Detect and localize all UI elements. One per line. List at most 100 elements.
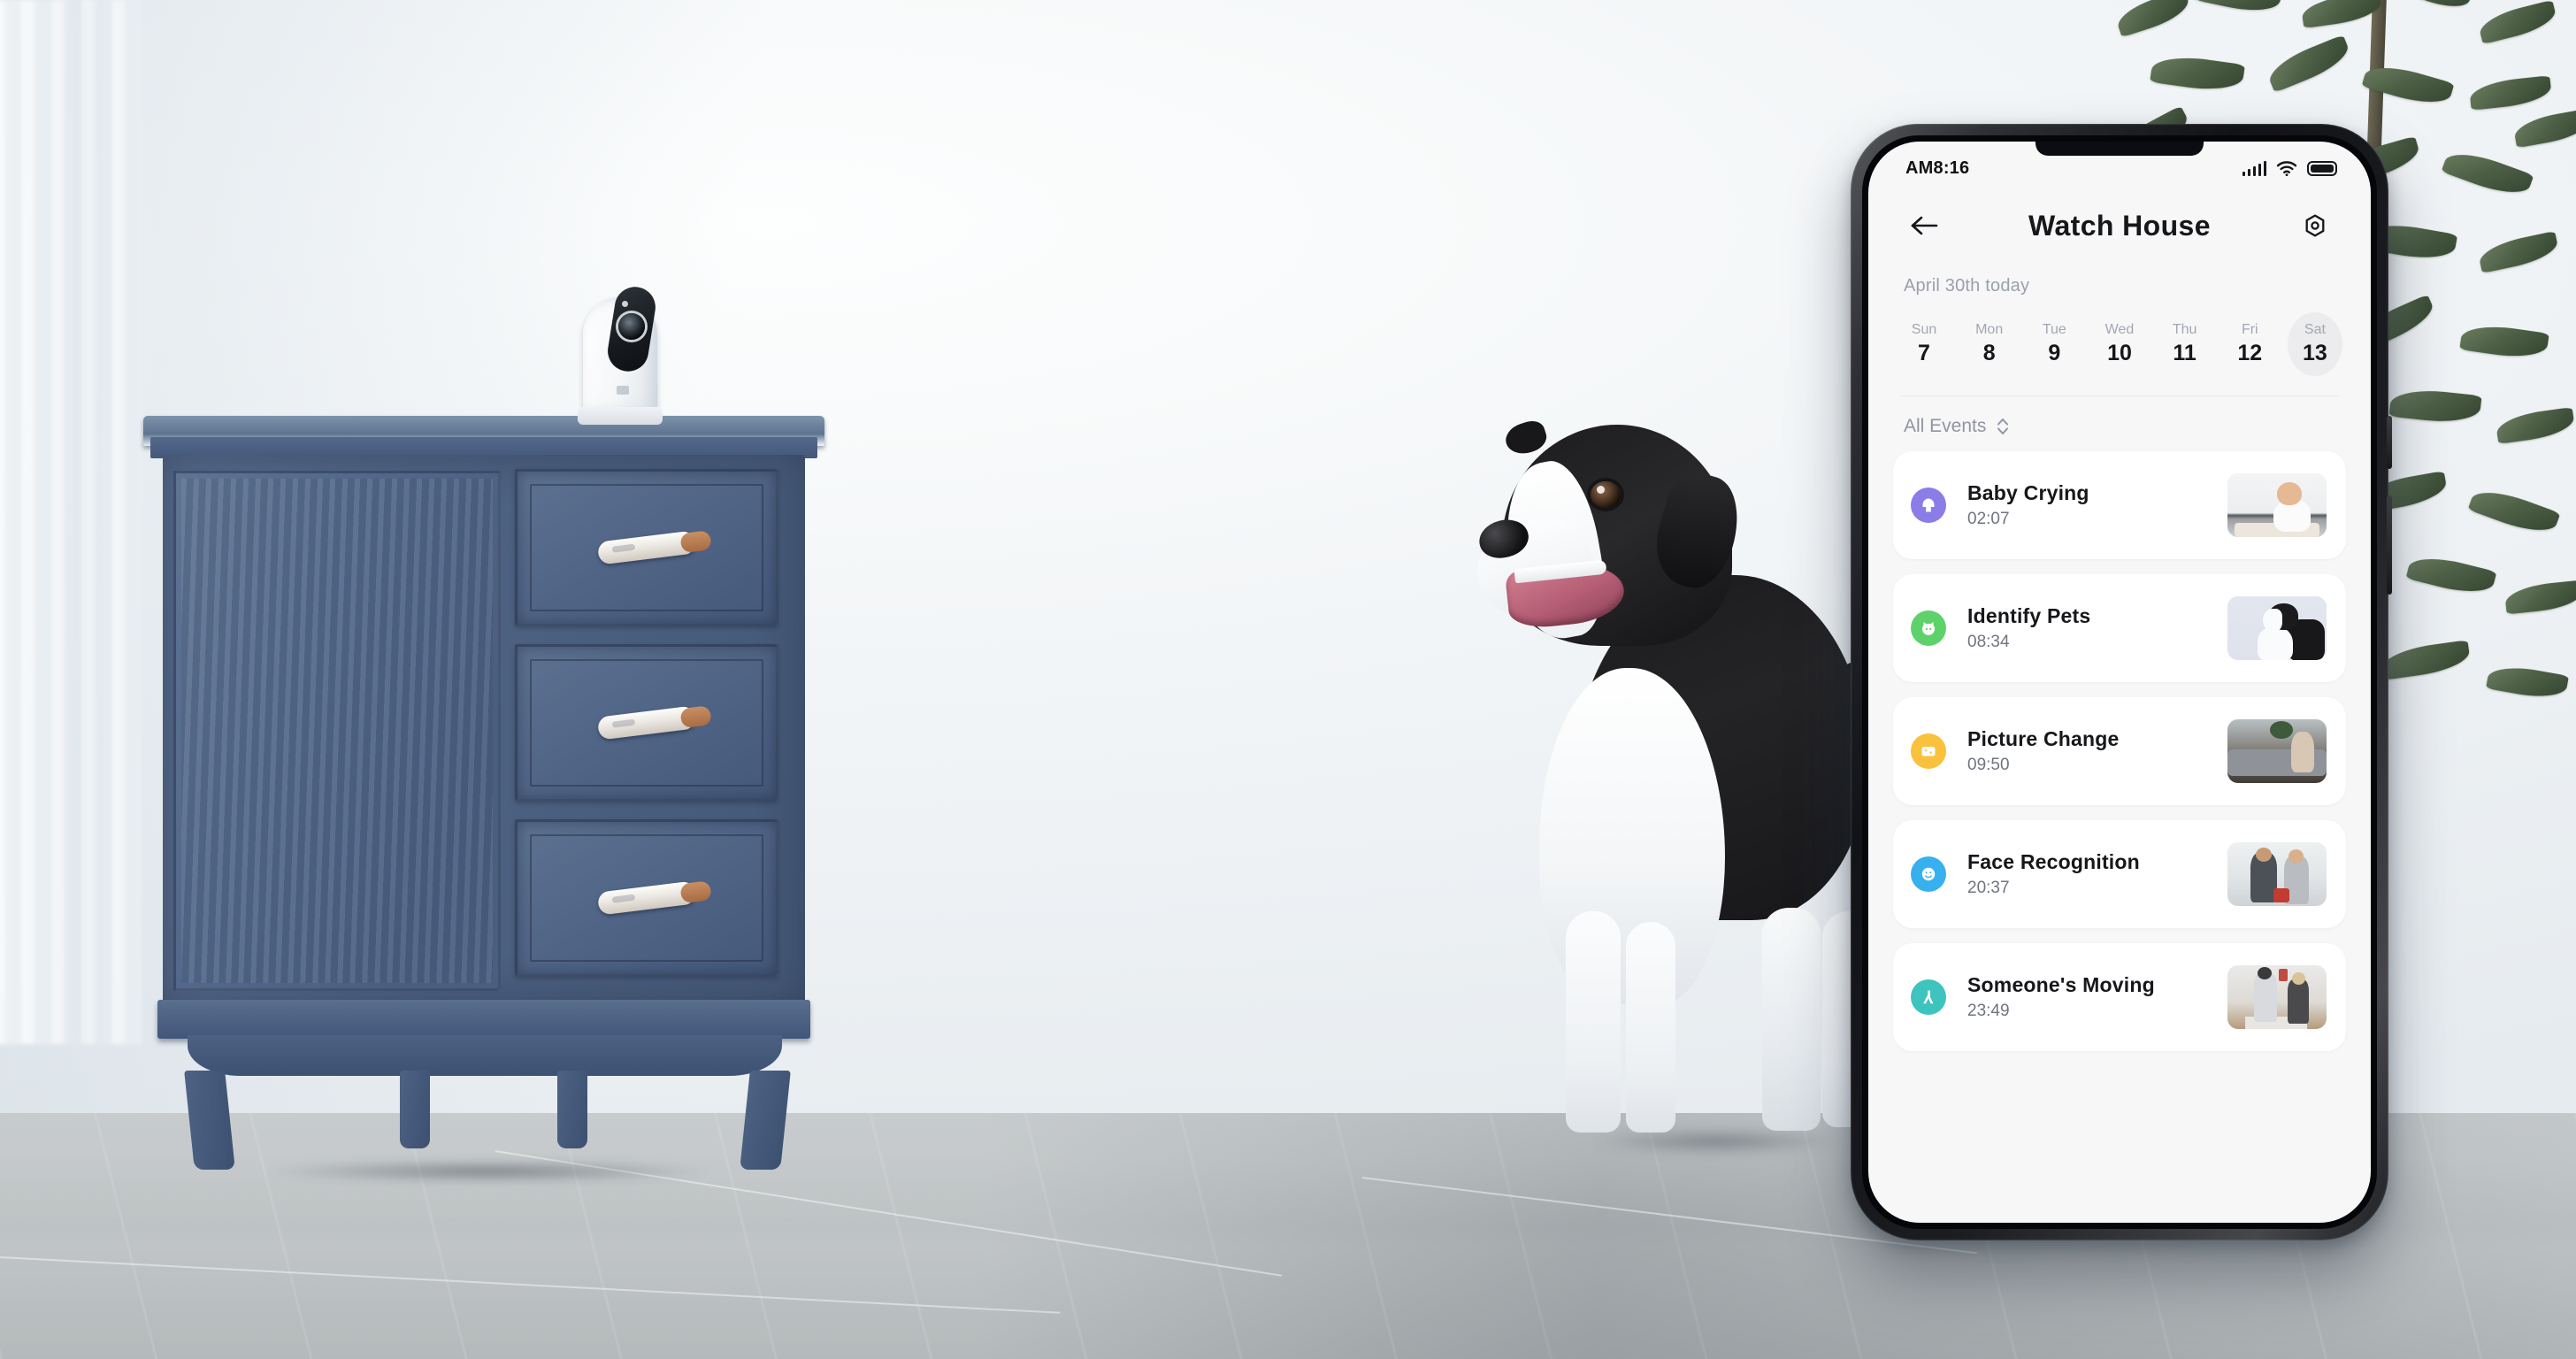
date-num: 13 xyxy=(2303,341,2327,365)
camera-base xyxy=(578,407,663,425)
camera-logo xyxy=(617,386,629,395)
pet-glyph xyxy=(1922,622,1935,635)
date-num: 9 xyxy=(2048,341,2061,365)
event-text: Someone's Moving 23:49 xyxy=(1946,973,2227,1021)
phone-volume-button[interactable] xyxy=(2387,416,2392,469)
back-button[interactable] xyxy=(1904,205,1944,246)
baby-icon xyxy=(1911,488,1946,523)
walking-glyph xyxy=(1923,990,1934,1004)
battery-icon xyxy=(2307,160,2337,176)
phone-bezel: AM8:16 Watch House April 30th today Sun … xyxy=(1862,135,2377,1229)
date-dow: Sat xyxy=(2304,322,2326,337)
event-time: 09:50 xyxy=(1967,756,2010,774)
phone-screen: AM8:16 Watch House April 30th today Sun … xyxy=(1868,142,2371,1223)
walking-icon xyxy=(1911,979,1946,1015)
date-cell-sat-selected[interactable]: Sat 13 xyxy=(2287,312,2342,376)
date-num: 7 xyxy=(1918,341,1930,365)
signal-icon xyxy=(2242,160,2266,176)
date-cell-fri[interactable]: Fri 12 xyxy=(2222,312,2277,376)
date-dow: Fri xyxy=(2241,322,2258,337)
event-time: 20:37 xyxy=(1967,879,2010,897)
event-row-identify-pets[interactable]: Identify Pets 08:34 xyxy=(1893,574,2346,682)
curtain xyxy=(0,0,142,1044)
cabinet-drawer xyxy=(515,819,778,977)
event-text: Face Recognition 20:37 xyxy=(1946,850,2227,898)
event-thumbnail[interactable] xyxy=(2227,473,2327,537)
event-row-baby-crying[interactable]: Baby Crying 02:07 xyxy=(1893,451,2346,559)
event-row-face-recognition[interactable]: Face Recognition 20:37 xyxy=(1893,820,2346,928)
face-icon xyxy=(1911,856,1946,892)
drawer-knob xyxy=(596,880,697,916)
date-dow: Tue xyxy=(2042,322,2066,337)
date-dow: Thu xyxy=(2172,322,2197,337)
cabinet-drawer xyxy=(515,469,778,626)
cabinet-apron xyxy=(188,1035,782,1076)
camera-lens xyxy=(618,313,645,340)
wifi-icon xyxy=(2276,161,2297,176)
date-dow: Sun xyxy=(1911,322,1937,337)
events-filter[interactable]: All Events xyxy=(1868,396,2371,451)
dog-leg xyxy=(1566,911,1621,1132)
picture-glyph xyxy=(1921,747,1936,756)
date-num: 8 xyxy=(1982,341,1996,365)
phone-device: AM8:16 Watch House April 30th today Sun … xyxy=(1851,124,2392,1240)
app-header: Watch House xyxy=(1868,188,2371,264)
event-text: Picture Change 09:50 xyxy=(1946,727,2227,775)
event-row-picture-change[interactable]: Picture Change 09:50 xyxy=(1893,697,2346,805)
event-thumbnail[interactable] xyxy=(2227,719,2327,783)
date-dow: Wed xyxy=(2104,322,2135,337)
events-list: Baby Crying 02:07 Identify Pets 08:34 Pi… xyxy=(1868,451,2371,1051)
dog-leg xyxy=(1762,908,1821,1131)
event-title: Picture Change xyxy=(1967,727,2120,750)
date-cell-mon[interactable]: Mon 8 xyxy=(1962,312,2017,376)
cabinet-leg xyxy=(557,1071,587,1148)
event-thumbnail[interactable] xyxy=(2227,596,2327,660)
event-title: Someone's Moving xyxy=(1967,973,2155,996)
picture-icon xyxy=(1911,733,1946,769)
date-cell-wed[interactable]: Wed 10 xyxy=(2092,312,2147,376)
event-thumbnail[interactable] xyxy=(2227,965,2327,1029)
cabinet-side-panel xyxy=(173,471,501,991)
baby-glyph xyxy=(1922,498,1935,512)
date-num: 10 xyxy=(2107,341,2132,365)
cabinet-base xyxy=(157,1000,810,1039)
date-strip: Sun 7 Mon 8 Tue 9 Wed 10 Thu 11 Fri 12 S… xyxy=(1868,296,2371,381)
chevron-updown-icon xyxy=(1997,418,2009,434)
settings-button[interactable] xyxy=(2295,205,2335,246)
dog-eye xyxy=(1591,481,1621,508)
event-thumbnail[interactable] xyxy=(2227,842,2327,906)
date-dow: Mon xyxy=(1975,322,2004,337)
cabinet-drawer xyxy=(515,644,778,802)
event-row-someones-moving[interactable]: Someone's Moving 23:49 xyxy=(1893,943,2346,1051)
date-cell-thu[interactable]: Thu 11 xyxy=(2158,312,2212,376)
cabinet-leg xyxy=(400,1071,430,1148)
date-num: 11 xyxy=(2173,341,2196,365)
event-title: Baby Crying xyxy=(1967,481,2089,504)
drawer-knob xyxy=(596,530,697,565)
date-cell-tue[interactable]: Tue 9 xyxy=(2027,312,2082,376)
event-title: Identify Pets xyxy=(1967,604,2091,627)
settings-nut-icon xyxy=(2305,214,2325,237)
camera-sensor-dot xyxy=(622,301,628,307)
nightstand-cabinet xyxy=(134,416,833,1187)
event-time: 02:07 xyxy=(1967,510,2010,528)
event-text: Baby Crying 02:07 xyxy=(1946,481,2227,529)
phone-notch xyxy=(2036,142,2204,156)
status-icons xyxy=(2242,160,2337,176)
phone-power-button[interactable] xyxy=(2387,495,2392,595)
security-camera xyxy=(578,274,663,425)
filter-label: All Events xyxy=(1904,416,1987,436)
date-num: 12 xyxy=(2237,341,2263,365)
drawer-knob xyxy=(596,705,697,741)
dog-leg xyxy=(1626,922,1675,1132)
cabinet-shadow xyxy=(170,1156,807,1187)
page-title: Watch House xyxy=(2028,209,2211,242)
event-time: 08:34 xyxy=(1967,633,2010,651)
face-glyph xyxy=(1921,867,1936,881)
date-cell-sun[interactable]: Sun 7 xyxy=(1897,312,1951,376)
event-time: 23:49 xyxy=(1967,1002,2010,1020)
arrow-left-icon xyxy=(1911,216,1938,235)
event-text: Identify Pets 08:34 xyxy=(1946,604,2227,652)
event-title: Face Recognition xyxy=(1967,850,2140,873)
pet-icon xyxy=(1911,610,1946,646)
